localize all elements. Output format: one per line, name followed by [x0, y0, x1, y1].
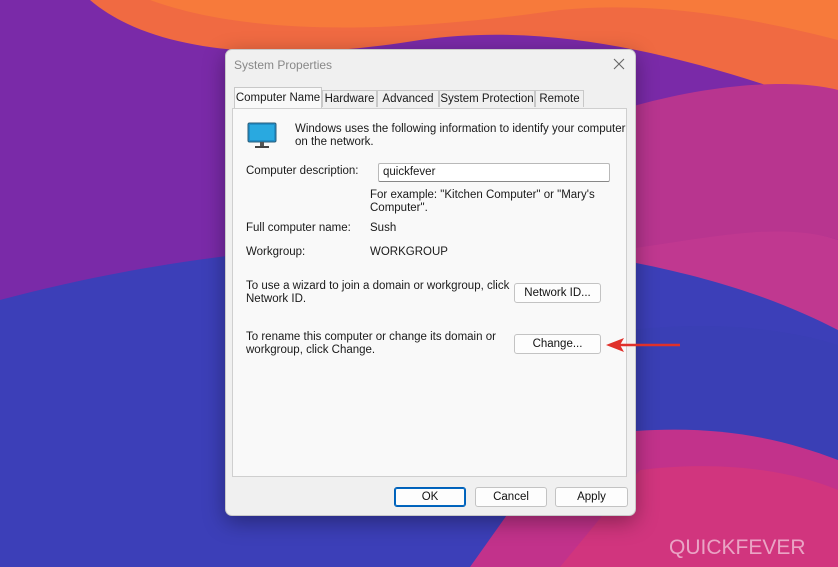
- computer-description-label: Computer description:: [246, 165, 359, 177]
- ok-button[interactable]: OK: [394, 487, 466, 507]
- quickfever-watermark: QUICKFEVER: [669, 536, 806, 559]
- change-button[interactable]: Change...: [514, 334, 601, 354]
- computer-description-input[interactable]: quickfever: [378, 163, 610, 182]
- tab-hardware[interactable]: Hardware: [322, 90, 377, 107]
- annotation-arrow-icon: [606, 338, 680, 352]
- network-id-text-line1: To use a wizard to join a domain or work…: [246, 280, 510, 292]
- intro-text-line1: Windows uses the following information t…: [295, 123, 626, 135]
- description-hint-line1: For example: "Kitchen Computer" or "Mary…: [370, 189, 595, 201]
- cancel-button[interactable]: Cancel: [475, 487, 547, 507]
- title-bar[interactable]: System Properties: [226, 50, 635, 80]
- apply-button[interactable]: Apply: [555, 487, 628, 507]
- system-properties-dialog: System Properties Computer Name Hardware…: [225, 49, 636, 516]
- computer-name-panel: Windows uses the following information t…: [232, 108, 627, 477]
- full-computer-name-value: Sush: [370, 222, 397, 234]
- close-icon[interactable]: [611, 56, 627, 72]
- network-id-text-line2: Network ID.: [246, 293, 307, 305]
- tab-system-protection[interactable]: System Protection: [439, 90, 535, 107]
- tab-computer-name[interactable]: Computer Name: [234, 87, 322, 108]
- rename-text-line1: To rename this computer or change its do…: [246, 331, 496, 343]
- workgroup-value: WORKGROUP: [370, 246, 448, 258]
- dialog-title: System Properties: [234, 58, 333, 72]
- description-hint-line2: Computer".: [370, 202, 428, 214]
- full-computer-name-label: Full computer name:: [246, 222, 351, 234]
- intro-text-line2: on the network.: [295, 136, 374, 148]
- rename-text-line2: workgroup, click Change.: [246, 344, 376, 356]
- tab-advanced[interactable]: Advanced: [377, 90, 439, 107]
- computer-monitor-icon: [247, 122, 277, 148]
- network-id-button[interactable]: Network ID...: [514, 283, 601, 303]
- tab-remote[interactable]: Remote: [535, 90, 584, 107]
- workgroup-label: Workgroup:: [246, 246, 306, 258]
